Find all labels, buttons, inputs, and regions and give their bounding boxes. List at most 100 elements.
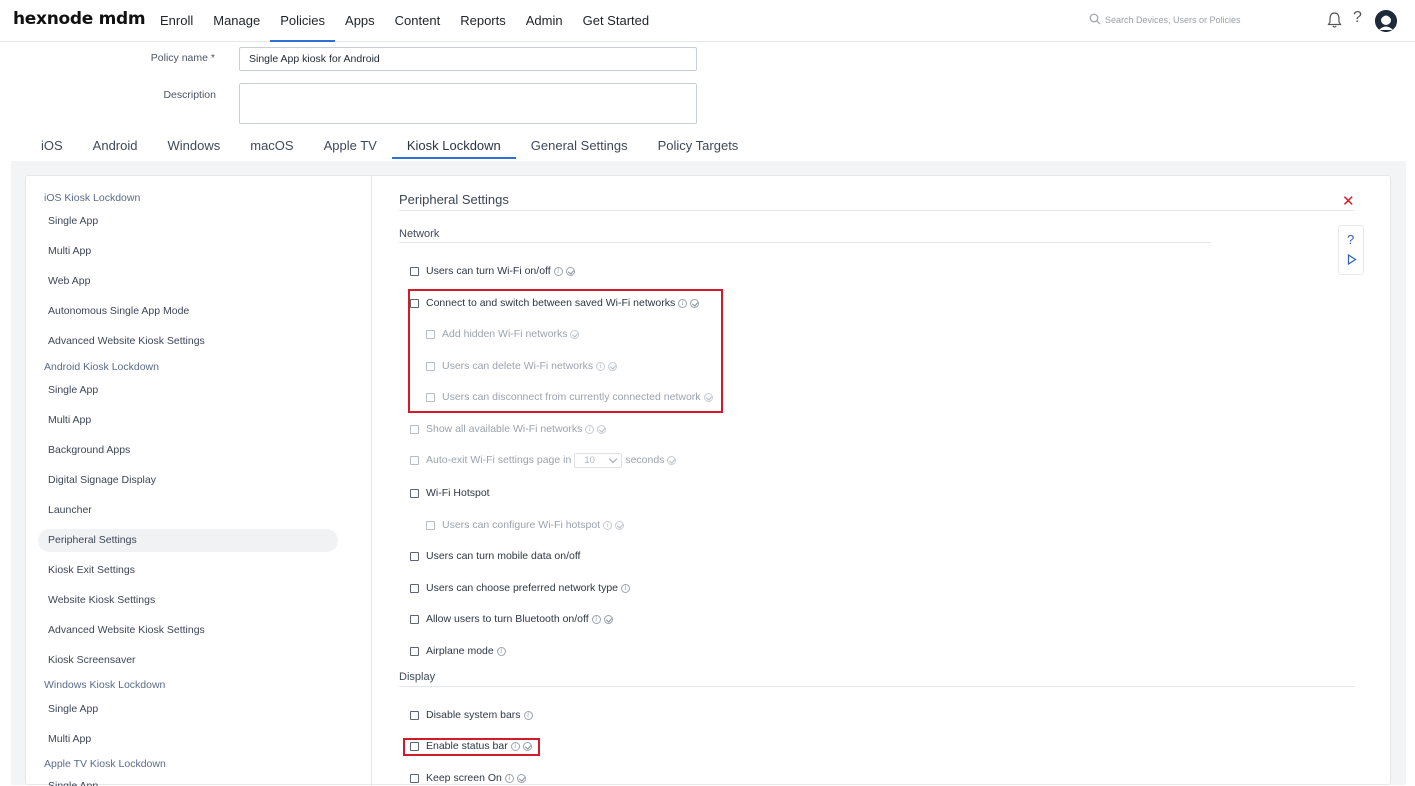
user-avatar-icon xyxy=(1375,10,1397,32)
info-icon[interactable]: i xyxy=(603,520,613,530)
option-disable-system-bars[interactable]: Disable system bars i xyxy=(410,707,533,723)
sidebar-item-android-kiosk-exit[interactable]: Kiosk Exit Settings xyxy=(38,559,338,582)
option-auto-exit-wifi[interactable]: Auto-exit Wi-Fi settings page in 10 seco… xyxy=(410,452,677,468)
info-icon[interactable]: i xyxy=(553,266,563,276)
sidebar-item-windows-single-app[interactable]: Single App xyxy=(38,698,338,721)
network-heading: Network xyxy=(399,228,440,240)
checkbox[interactable] xyxy=(410,773,419,783)
option-mobile-data[interactable]: Users can turn mobile data on/off xyxy=(410,548,580,564)
tab-kiosk-lockdown[interactable]: Kiosk Lockdown xyxy=(391,133,516,159)
nav-apps[interactable]: Apps xyxy=(335,0,385,42)
sidebar-item-windows-multi-app[interactable]: Multi App xyxy=(38,728,338,751)
sidebar-item-android-multi-app[interactable]: Multi App xyxy=(38,409,338,432)
checkbox[interactable] xyxy=(410,583,419,593)
checkbox[interactable] xyxy=(410,710,419,720)
question-icon[interactable]: ? xyxy=(1347,232,1354,247)
checkbox[interactable] xyxy=(410,424,419,434)
checkbox[interactable] xyxy=(410,551,419,561)
network-divider xyxy=(399,242,1211,243)
checkbox[interactable] xyxy=(410,455,419,465)
info-icon[interactable]: i xyxy=(523,710,533,720)
info-icon[interactable]: i xyxy=(504,773,514,783)
option-network-type[interactable]: Users can choose preferred network type … xyxy=(410,580,631,596)
section-title: Peripheral Settings xyxy=(399,192,509,207)
info-icon[interactable]: i xyxy=(621,583,631,593)
option-wifi-hotspot[interactable]: Wi-Fi Hotspot xyxy=(410,485,490,501)
highlight-box-status-bar xyxy=(403,738,540,756)
brand-logo[interactable]: hexnode mdm xyxy=(13,9,146,29)
verified-check-icon xyxy=(603,614,613,624)
tab-android[interactable]: Android xyxy=(78,133,153,159)
option-show-all-wifi[interactable]: Show all available Wi-Fi networks i xyxy=(410,421,607,437)
option-suffix: seconds xyxy=(625,454,665,466)
option-bluetooth[interactable]: Allow users to turn Bluetooth on/off i xyxy=(410,611,613,627)
option-wifi-toggle[interactable]: Users can turn Wi-Fi on/off i xyxy=(410,263,575,279)
option-label: Users can configure Wi-Fi hotspot xyxy=(442,519,601,531)
tab-windows[interactable]: Windows xyxy=(152,133,235,159)
help-icon[interactable]: ? xyxy=(1353,9,1362,27)
sidebar-item-android-background-apps[interactable]: Background Apps xyxy=(38,439,338,462)
nav-get-started[interactable]: Get Started xyxy=(573,0,659,42)
sidebar-group-apple-tv: Apple TV Kiosk Lockdown xyxy=(44,758,166,770)
auto-exit-seconds-select[interactable]: 10 xyxy=(574,452,623,468)
nav-manage[interactable]: Manage xyxy=(203,0,270,42)
option-airplane-mode[interactable]: Airplane mode i xyxy=(410,643,506,659)
nav-reports[interactable]: Reports xyxy=(450,0,516,42)
info-icon[interactable]: i xyxy=(591,614,601,624)
checkbox[interactable] xyxy=(410,488,419,498)
tab-general-settings[interactable]: General Settings xyxy=(516,133,643,159)
main-nav: Enroll Manage Policies Apps Content Repo… xyxy=(150,0,659,42)
nav-content[interactable]: Content xyxy=(385,0,451,42)
sidebar-item-ios-single-app[interactable]: Single App xyxy=(38,210,338,233)
option-label: Allow users to turn Bluetooth on/off xyxy=(426,613,589,625)
option-label: Keep screen On xyxy=(426,772,502,784)
search-input[interactable] xyxy=(1105,11,1305,29)
sidebar-item-ios-web-app[interactable]: Web App xyxy=(38,270,338,293)
sidebar-group-windows: Windows Kiosk Lockdown xyxy=(44,679,166,691)
tab-ios[interactable]: iOS xyxy=(26,133,78,159)
option-keep-screen-on[interactable]: Keep screen On i xyxy=(410,770,526,786)
info-icon[interactable]: i xyxy=(496,646,506,656)
verified-check-icon xyxy=(615,520,625,530)
sidebar-item-ios-autonomous[interactable]: Autonomous Single App Mode xyxy=(38,300,338,323)
avatar[interactable] xyxy=(1375,10,1397,32)
checkbox[interactable] xyxy=(426,520,435,530)
tab-apple-tv[interactable]: Apple TV xyxy=(309,133,392,159)
checkbox[interactable] xyxy=(410,646,419,656)
sidebar-item-android-screensaver[interactable]: Kiosk Screensaver xyxy=(38,649,338,672)
highlight-box-wifi xyxy=(408,289,723,413)
sidebar-item-android-advanced-website[interactable]: Advanced Website Kiosk Settings xyxy=(38,619,338,642)
option-label: Disable system bars xyxy=(426,709,521,721)
info-icon[interactable]: i xyxy=(585,424,595,434)
top-navbar: hexnode mdm Enroll Manage Policies Apps … xyxy=(0,0,1415,42)
description-input[interactable] xyxy=(239,83,697,124)
sidebar-item-android-peripheral-settings[interactable]: Peripheral Settings xyxy=(38,529,338,552)
tab-policy-targets[interactable]: Policy Targets xyxy=(643,133,754,159)
option-label: Wi-Fi Hotspot xyxy=(426,487,490,499)
policy-name-input[interactable] xyxy=(239,47,697,71)
option-label: Users can choose preferred network type xyxy=(426,582,619,594)
sidebar-item-appletv-single-app[interactable]: Single App xyxy=(38,775,338,786)
verified-check-icon xyxy=(565,266,575,276)
nav-policies[interactable]: Policies xyxy=(270,0,336,42)
play-icon[interactable] xyxy=(1347,254,1357,265)
sidebar-item-android-single-app[interactable]: Single App xyxy=(38,379,338,402)
sidebar-item-ios-multi-app[interactable]: Multi App xyxy=(38,240,338,263)
sidebar-item-android-launcher[interactable]: Launcher xyxy=(38,499,338,522)
bell-icon[interactable] xyxy=(1326,11,1343,29)
sidebar-item-ios-advanced-website[interactable]: Advanced Website Kiosk Settings xyxy=(38,330,338,353)
verified-check-icon xyxy=(597,424,607,434)
checkbox[interactable] xyxy=(410,266,419,276)
platform-tabs: iOS Android Windows macOS Apple TV Kiosk… xyxy=(26,133,753,159)
sidebar-item-android-website-kiosk[interactable]: Website Kiosk Settings xyxy=(38,589,338,612)
checkbox[interactable] xyxy=(410,614,419,624)
close-icon[interactable]: ✕ xyxy=(1342,192,1355,210)
sidebar-item-android-digital-signage[interactable]: Digital Signage Display xyxy=(38,469,338,492)
option-label: Show all available Wi-Fi networks xyxy=(426,423,583,435)
option-configure-hotspot[interactable]: Users can configure Wi-Fi hotspot i xyxy=(426,517,625,533)
nav-enroll[interactable]: Enroll xyxy=(150,0,203,42)
option-label: Users can turn Wi-Fi on/off xyxy=(426,265,551,277)
tab-macos[interactable]: macOS xyxy=(235,133,308,159)
side-toolbox: ? xyxy=(1338,225,1364,275)
nav-admin[interactable]: Admin xyxy=(516,0,573,42)
